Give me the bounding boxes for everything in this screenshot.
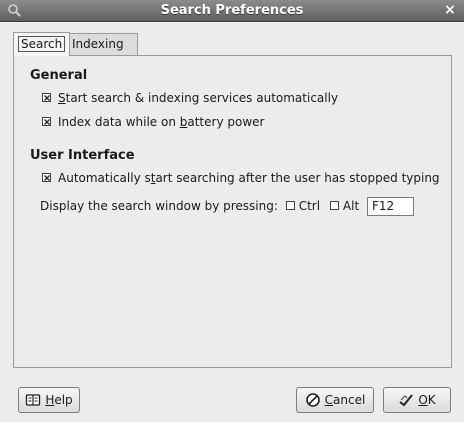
- ctrl-label: Ctrl: [298, 199, 321, 213]
- auto-search-checkbox[interactable]: [42, 173, 51, 182]
- title-bar[interactable]: Search Preferences ×: [0, 0, 464, 22]
- auto-search-option[interactable]: Automatically start searching after the …: [42, 170, 440, 186]
- general-section-title: General: [30, 68, 88, 83]
- battery-index-label: Index data while on battery power: [58, 115, 265, 129]
- tab-search-label: Search: [18, 36, 66, 52]
- shortcut-key-input[interactable]: F12: [366, 197, 414, 216]
- close-icon[interactable]: ×: [442, 2, 458, 18]
- search-tab-panel: General Start search & indexing services…: [13, 55, 452, 368]
- ok-icon: [398, 392, 414, 408]
- battery-index-option[interactable]: Index data while on battery power: [42, 114, 264, 130]
- alt-checkbox[interactable]: [329, 201, 339, 210]
- cancel-button-label: Cancel: [324, 393, 366, 407]
- help-button-label: Help: [45, 393, 73, 407]
- auto-search-label: Automatically start searching after the …: [58, 171, 440, 185]
- shortcut-label: Display the search window by pressing:: [40, 199, 278, 213]
- start-services-label: Start search & indexing services automat…: [58, 91, 339, 105]
- tab-indexing-label: Indexing: [72, 37, 124, 51]
- user-interface-section-title: User Interface: [30, 148, 135, 163]
- battery-index-checkbox[interactable]: [42, 117, 51, 126]
- start-services-option[interactable]: Start search & indexing services automat…: [42, 90, 338, 106]
- alt-label: Alt: [342, 199, 360, 213]
- help-icon: [25, 392, 41, 408]
- window-title: Search Preferences: [160, 3, 304, 18]
- shortcut-row: Display the search window by pressing: C…: [40, 196, 414, 216]
- ok-button[interactable]: OK: [383, 387, 451, 413]
- tab-indexing[interactable]: Indexing: [66, 33, 138, 55]
- cancel-icon: [305, 392, 321, 408]
- ctrl-checkbox[interactable]: [285, 201, 295, 210]
- ok-button-label: OK: [418, 393, 436, 407]
- tab-search[interactable]: Search: [13, 32, 71, 56]
- help-button[interactable]: Help: [18, 387, 80, 413]
- start-services-checkbox[interactable]: [42, 93, 51, 102]
- cancel-button[interactable]: Cancel: [296, 387, 374, 413]
